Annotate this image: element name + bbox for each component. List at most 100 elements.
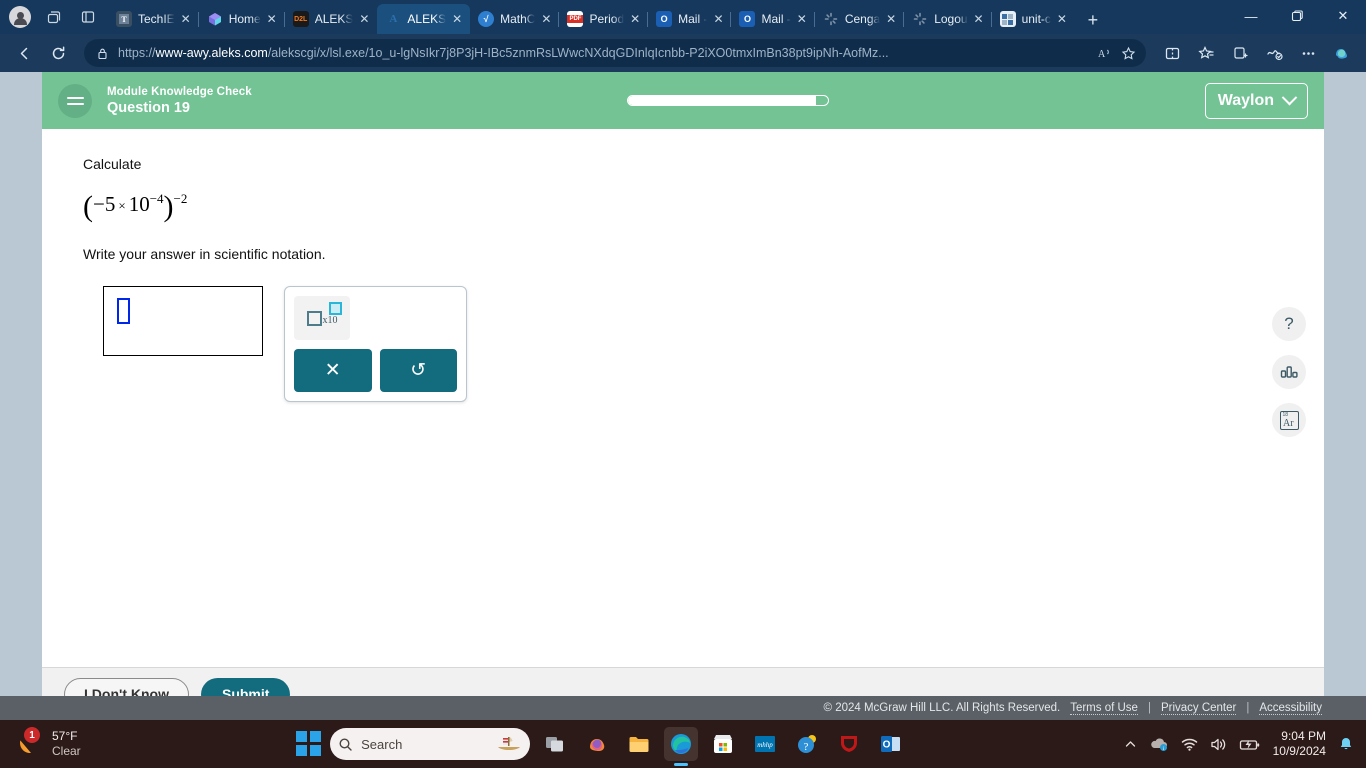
- privacy-center-link[interactable]: Privacy Center: [1160, 702, 1237, 715]
- tab-label: MathC: [500, 12, 536, 26]
- clear-button[interactable]: ✕: [294, 349, 372, 392]
- favorites-icon[interactable]: [1190, 38, 1222, 68]
- periodic-table-button[interactable]: 18 Ar: [1272, 403, 1306, 437]
- browser-tab[interactable]: D2L ALEKS ✕: [283, 4, 378, 34]
- help-button[interactable]: ?: [1272, 307, 1306, 341]
- task-view-button[interactable]: [538, 727, 572, 761]
- page-viewport: Module Knowledge Check Question 19 Waylo…: [0, 72, 1366, 720]
- expr-inner-exponent: −4: [149, 191, 164, 206]
- element-symbol: Ar: [1283, 417, 1294, 429]
- home-favicon: [207, 11, 223, 27]
- loading-spinner-icon: [912, 11, 928, 27]
- minimize-button[interactable]: —: [1228, 0, 1274, 32]
- question-area: Calculate (−5 × 10−4)−2 Write your answer …: [42, 129, 1324, 667]
- tab-close-icon[interactable]: ✕: [264, 11, 280, 27]
- file-explorer-button[interactable]: [622, 727, 656, 761]
- app-favicon: [999, 11, 1016, 27]
- tab-close-icon[interactable]: ✕: [538, 11, 554, 27]
- browser-tab[interactable]: O Mail - ✕: [647, 4, 731, 34]
- wifi-icon[interactable]: [1181, 737, 1198, 752]
- address-bar[interactable]: https://www-awy.aleks.com/alekscgi/x/lsl…: [84, 39, 1146, 67]
- clock-time: 9:04 PM: [1281, 729, 1326, 743]
- tab-close-icon[interactable]: ✕: [971, 11, 987, 27]
- url-domain: www-awy.aleks.com: [155, 46, 268, 60]
- svg-text:T: T: [121, 15, 127, 24]
- profile-button[interactable]: [4, 2, 36, 32]
- volume-icon[interactable]: [1210, 737, 1227, 752]
- aleks-header: Module Knowledge Check Question 19 Waylo…: [42, 72, 1324, 129]
- outlook-button[interactable]: O: [874, 727, 908, 761]
- browser-tab[interactable]: Cenga ✕: [813, 4, 904, 34]
- browser-tab[interactable]: O Mail - ✕: [730, 4, 814, 34]
- start-button[interactable]: [296, 731, 322, 757]
- tab-label: Logou: [934, 12, 968, 26]
- notifications-bell-icon[interactable]: [1338, 736, 1354, 752]
- tab-close-icon[interactable]: ✕: [356, 11, 372, 27]
- tab-label: Home: [228, 12, 261, 26]
- vertical-tabs-icon[interactable]: [72, 2, 104, 32]
- weather-widget[interactable]: 1 57°F Clear: [20, 727, 81, 759]
- svg-text:O: O: [883, 740, 891, 751]
- browser-tab[interactable]: Home ✕: [197, 4, 285, 34]
- mcgraw-hill-button[interactable]: mhhp: [748, 727, 782, 761]
- menu-hamburger-icon[interactable]: [58, 83, 92, 118]
- collections-icon[interactable]: [1224, 38, 1256, 68]
- back-button[interactable]: [8, 38, 40, 68]
- maximize-button[interactable]: [1274, 0, 1320, 32]
- new-tab-button[interactable]: +: [1079, 6, 1107, 34]
- tab-close-icon[interactable]: ✕: [710, 11, 726, 27]
- terms-of-use-link[interactable]: Terms of Use: [1070, 702, 1138, 715]
- weather-temperature: 57°F: [52, 729, 78, 743]
- refresh-button[interactable]: [42, 38, 74, 68]
- tab-strip: T TechIE ✕ Home ✕ D2L ALEKS ✕ A ALEKS ✕ …: [0, 0, 1366, 34]
- browser-tab[interactable]: unit-c ✕: [990, 4, 1075, 34]
- tab-close-icon[interactable]: ✕: [449, 11, 465, 27]
- user-menu-button[interactable]: Waylon: [1204, 82, 1308, 119]
- expr-outer-exponent: −2: [173, 191, 188, 206]
- undo-button[interactable]: ↺: [379, 349, 457, 392]
- read-aloud-icon[interactable]: A: [1096, 46, 1112, 61]
- progress-bar-fill: [628, 96, 817, 105]
- moon-icon: 1: [20, 727, 42, 755]
- separator: |: [1147, 702, 1151, 714]
- loading-spinner-icon: [823, 11, 839, 27]
- split-screen-icon[interactable]: [1156, 38, 1188, 68]
- copilot-icon[interactable]: [1326, 38, 1358, 68]
- answer-input[interactable]: [103, 286, 263, 356]
- scientific-notation-button[interactable]: x10: [294, 296, 350, 340]
- browser-tab-active[interactable]: A ALEKS ✕: [377, 4, 471, 34]
- svg-text:A: A: [1098, 49, 1106, 60]
- browser-tab[interactable]: T TechIE ✕: [108, 4, 199, 34]
- settings-more-icon[interactable]: [1292, 38, 1324, 68]
- assignment-subtitle: Module Knowledge Check: [107, 85, 252, 98]
- browser-tab[interactable]: Logou ✕: [903, 4, 991, 34]
- clock[interactable]: 9:04 PM 10/9/2024: [1273, 729, 1326, 759]
- edge-browser-button[interactable]: [664, 727, 699, 761]
- help-app-button[interactable]: ?: [790, 727, 824, 761]
- tab-label: Cenga: [844, 12, 881, 26]
- onedrive-icon[interactable]: i: [1149, 736, 1169, 752]
- mcafee-button[interactable]: [832, 727, 866, 761]
- tab-close-icon[interactable]: ✕: [794, 11, 810, 27]
- tab-actions-icon[interactable]: [38, 2, 70, 32]
- microsoft-store-button[interactable]: [706, 727, 740, 761]
- math-palette: x10 ✕ ↺: [284, 286, 467, 402]
- browser-tab[interactable]: PDF Period ✕: [558, 4, 648, 34]
- copilot-taskbar-button[interactable]: [580, 727, 614, 761]
- show-hidden-icons-chevron[interactable]: [1124, 738, 1137, 751]
- accessibility-link[interactable]: Accessibility: [1259, 702, 1322, 715]
- close-window-button[interactable]: ✕: [1320, 0, 1366, 32]
- data-chart-button[interactable]: [1272, 355, 1306, 389]
- tab-close-icon[interactable]: ✕: [627, 11, 643, 27]
- tab-close-icon[interactable]: ✕: [883, 11, 899, 27]
- outlook-favicon: O: [656, 11, 673, 27]
- tab-close-icon[interactable]: ✕: [1054, 11, 1070, 27]
- battery-charging-icon[interactable]: [1239, 737, 1261, 752]
- tab-close-icon[interactable]: ✕: [178, 11, 194, 27]
- search-input[interactable]: Search: [330, 728, 531, 760]
- taskbar-center: Search mhhp ? O: [296, 727, 908, 761]
- browser-essentials-icon[interactable]: [1258, 38, 1290, 68]
- tab-label: Period: [589, 12, 625, 26]
- favorite-star-icon[interactable]: [1120, 46, 1136, 61]
- browser-tab[interactable]: √ MathC ✕: [470, 4, 559, 34]
